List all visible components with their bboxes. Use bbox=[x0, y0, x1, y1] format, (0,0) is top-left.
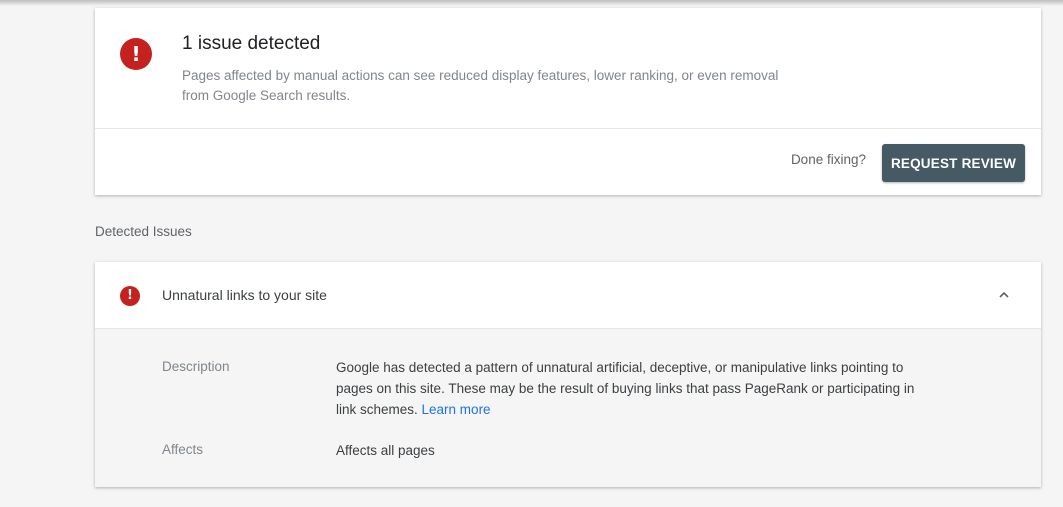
error-icon: ! bbox=[120, 38, 152, 70]
description-value: Google has detected a pattern of unnatur… bbox=[336, 357, 926, 420]
affects-value: Affects all pages bbox=[336, 443, 435, 458]
summary-description: Pages affected by manual actions can see… bbox=[182, 68, 779, 103]
done-fixing-text: Done fixing? bbox=[790, 152, 866, 167]
learn-more-link[interactable]: Learn more bbox=[422, 402, 491, 417]
request-review-button[interactable]: REQUEST REVIEW bbox=[882, 144, 1025, 182]
issue-header[interactable]: ! Unnatural links to your site bbox=[95, 262, 1041, 328]
summary-title: 1 issue detected bbox=[182, 33, 321, 54]
description-label: Description bbox=[162, 359, 230, 374]
affects-label: Affects bbox=[162, 442, 204, 457]
issue-title: Unnatural links to your site bbox=[162, 287, 327, 303]
error-icon: ! bbox=[120, 286, 140, 306]
detected-issues-label: Detected Issues bbox=[95, 224, 192, 239]
chevron-up-icon[interactable] bbox=[997, 288, 1011, 302]
issue-card: ! Unnatural links to your site Descripti… bbox=[95, 262, 1041, 487]
top-shadow bbox=[0, 0, 1063, 6]
issue-details: Description Google has detected a patter… bbox=[95, 329, 1041, 487]
summary-actions: Done fixing? REQUEST REVIEW bbox=[95, 129, 1041, 195]
summary-header: ! 1 issue detected Pages affected by man… bbox=[95, 8, 1041, 128]
issue-summary-card: ! 1 issue detected Pages affected by man… bbox=[95, 8, 1041, 195]
